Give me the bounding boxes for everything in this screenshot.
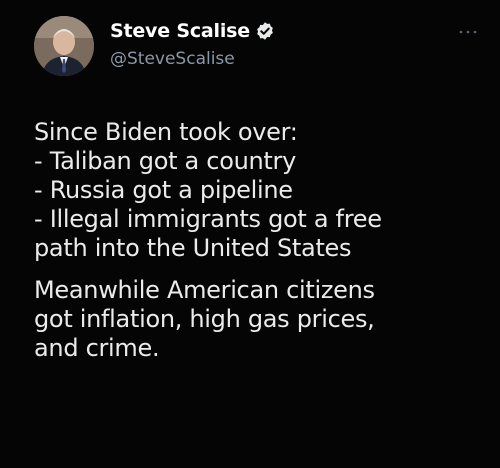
display-name[interactable]: Steve Scalise bbox=[110, 20, 250, 42]
tweet-body: Since Biden took over: - Taliban got a c… bbox=[34, 118, 484, 363]
tweet-card: Steve Scalise @SteveScalise Since Biden … bbox=[0, 0, 500, 468]
tweet-line: and crime. bbox=[34, 334, 160, 362]
tweet-paragraph-1: Since Biden took over: - Taliban got a c… bbox=[34, 118, 484, 263]
more-dots-icon[interactable] bbox=[458, 22, 478, 34]
verified-badge-icon bbox=[255, 21, 275, 41]
author-handle[interactable]: @SteveScalise bbox=[110, 49, 430, 69]
display-name-row: Steve Scalise bbox=[110, 18, 430, 44]
tweet-line: Since Biden took over: bbox=[34, 118, 298, 146]
tweet-line: Meanwhile American citizens bbox=[34, 276, 375, 304]
tweet-line: got inflation, high gas prices, bbox=[34, 305, 375, 333]
avatar[interactable] bbox=[34, 16, 94, 76]
tweet-line: - Russia got a pipeline bbox=[34, 176, 293, 204]
tweet-paragraph-2: Meanwhile American citizens got inflatio… bbox=[34, 276, 484, 363]
tweet-line: - Illegal immigrants got a free bbox=[34, 205, 382, 233]
tweet-line: - Taliban got a country bbox=[34, 147, 296, 175]
tweet-line: path into the United States bbox=[34, 234, 352, 262]
avatar-image bbox=[34, 16, 94, 76]
tweet-header: Steve Scalise @SteveScalise bbox=[34, 16, 477, 82]
author-block: Steve Scalise @SteveScalise bbox=[110, 18, 430, 69]
